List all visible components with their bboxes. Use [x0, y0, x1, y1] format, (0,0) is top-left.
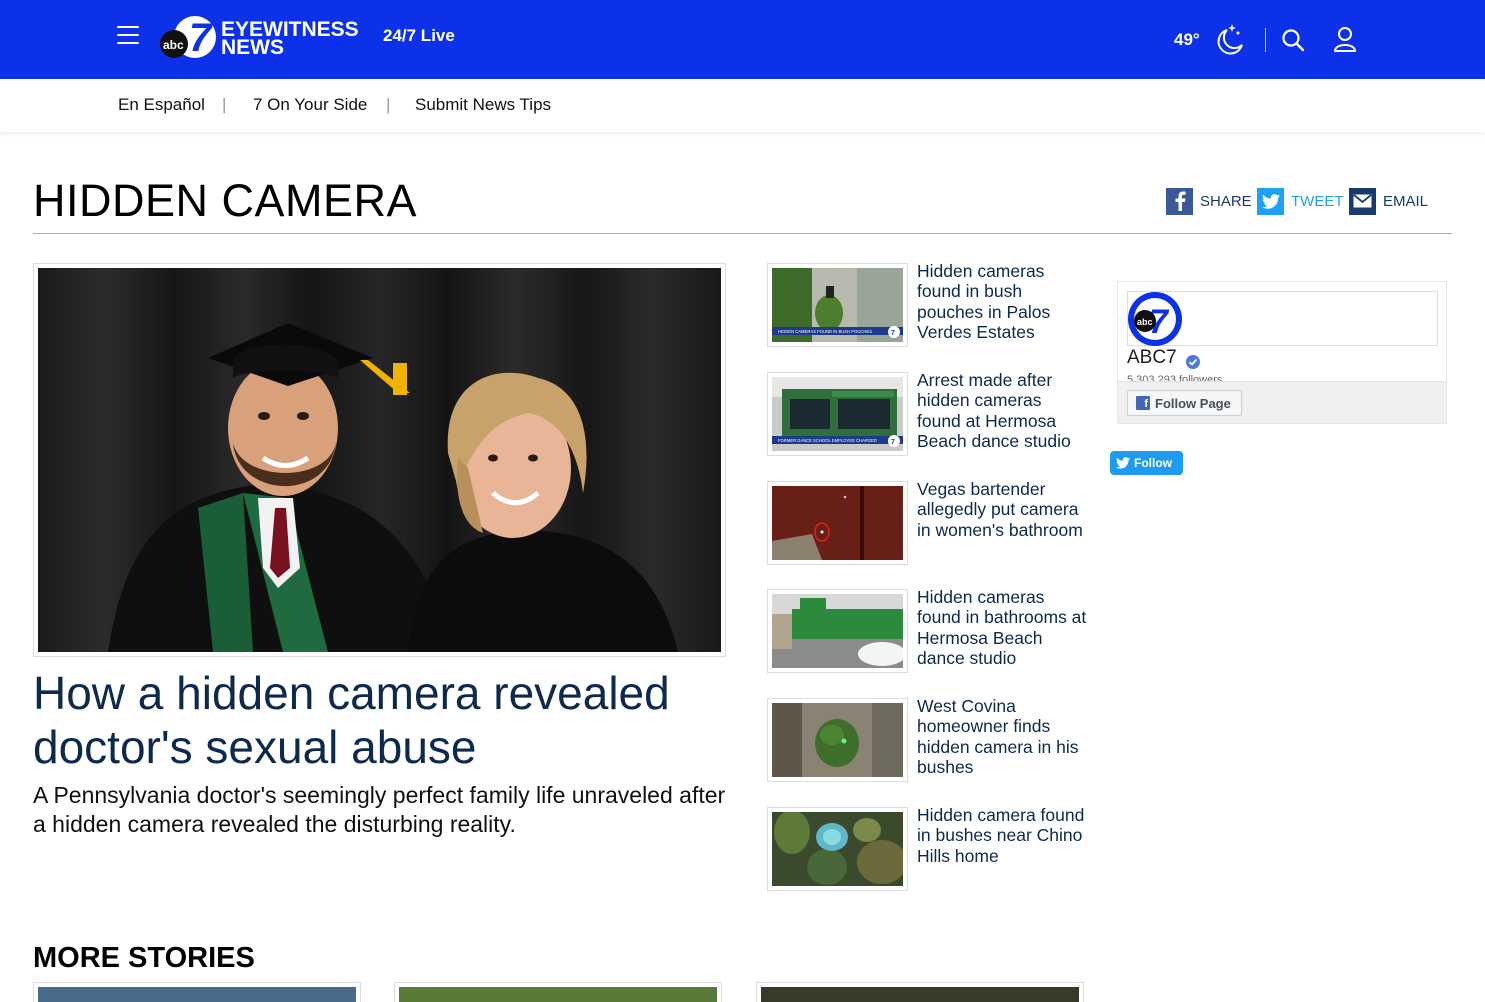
story-title[interactable]: Hidden cameras found in bush pouches in … [917, 261, 1087, 342]
header-divider [1265, 28, 1266, 52]
more-story-card[interactable] [33, 982, 361, 1002]
facebook-icon [1166, 187, 1193, 215]
email-icon [1349, 187, 1376, 215]
svg-text:7: 7 [189, 16, 213, 60]
more-story-thumbnail[interactable] [761, 987, 1079, 1002]
more-story-card[interactable] [394, 982, 722, 1002]
hero-image-frame[interactable] [33, 263, 726, 657]
story-title[interactable]: Hidden camera found in bushes near Chino… [917, 805, 1087, 866]
story-thumbnail-frame [767, 481, 908, 565]
top-navigation-bar: 7 abc EYEWITNESS NEWS 24/7 Live 49° [0, 0, 1485, 79]
svg-text:FORMER DANCE SCHOOL EMPLOYEE C: FORMER DANCE SCHOOL EMPLOYEE CHARGED [778, 438, 877, 443]
facebook-icon: f [1136, 396, 1150, 410]
hero-headline-link[interactable]: How a hidden camera revealed doctor's se… [33, 666, 733, 774]
svg-text:7: 7 [891, 439, 895, 446]
story-thumbnail-frame: FORMER DANCE SCHOOL EMPLOYEE CHARGED 7 [767, 372, 908, 456]
moon-stars-icon[interactable] [1215, 23, 1247, 55]
share-facebook-button[interactable]: SHARE [1166, 187, 1252, 215]
user-account-icon[interactable] [1333, 26, 1357, 52]
story-item[interactable]: West Covina homeowner finds hidden camer… [767, 696, 1087, 788]
secondary-navigation: En Español | 7 On Your Side | Submit New… [0, 79, 1485, 132]
story-title[interactable]: Vegas bartender allegedly put camera in … [917, 479, 1087, 540]
nav-separator: | [222, 95, 227, 114]
share-label: SHARE [1200, 192, 1252, 210]
story-item[interactable]: HIDDEN CAMERAS FOUND IN BUSH POUCHES 7 H… [767, 261, 1087, 353]
svg-text:abc: abc [1137, 317, 1153, 327]
story-thumbnail-frame: HIDDEN CAMERAS FOUND IN BUSH POUCHES 7 [767, 263, 908, 347]
hero-photo[interactable] [38, 268, 721, 652]
follow-page-label: Follow Page [1155, 395, 1231, 411]
story-thumbnail [772, 486, 903, 560]
story-thumbnail [772, 812, 903, 886]
story-thumbnail-frame [767, 589, 908, 673]
svg-text:7: 7 [891, 330, 895, 337]
more-story-card[interactable] [756, 982, 1084, 1002]
facebook-widget-footer: f Follow Page [1118, 381, 1446, 423]
twitter-follow-button[interactable]: Follow [1110, 451, 1183, 475]
hamburger-menu-icon[interactable] [117, 26, 139, 46]
svg-text:HIDDEN CAMERAS FOUND IN BUSH P: HIDDEN CAMERAS FOUND IN BUSH POUCHES [778, 329, 872, 334]
story-thumbnail-frame [767, 698, 908, 782]
twitter-icon [1257, 187, 1284, 215]
email-label: EMAIL [1383, 192, 1429, 210]
abc7-page-logo[interactable]: 7 abc [1127, 291, 1183, 347]
nav-link-7-on-your-side[interactable]: 7 On Your Side [253, 95, 367, 115]
story-thumbnail [772, 703, 903, 777]
more-story-thumbnail[interactable] [399, 987, 717, 1002]
story-thumbnail-frame [767, 807, 908, 891]
twitter-follow-label: Follow [1134, 456, 1172, 470]
more-story-thumbnail[interactable] [38, 987, 356, 1002]
nav-separator: | [386, 95, 391, 114]
story-thumbnail: FORMER DANCE SCHOOL EMPLOYEE CHARGED 7 [772, 377, 903, 451]
temperature[interactable]: 49° [1174, 30, 1200, 50]
title-divider [33, 233, 1452, 234]
facebook-page-name[interactable]: ABC7 [1127, 347, 1177, 369]
story-item[interactable]: Hidden camera found in bushes near Chino… [767, 805, 1087, 897]
search-icon[interactable] [1281, 28, 1305, 52]
logo-line-2: NEWS [221, 36, 284, 59]
story-thumbnail [772, 594, 903, 668]
story-title[interactable]: West Covina homeowner finds hidden camer… [917, 696, 1087, 777]
facebook-page-widget: 7 abc ABC7 5,303,293 followers f Follow … [1117, 281, 1447, 424]
story-title[interactable]: Arrest made after hidden cameras found a… [917, 370, 1087, 451]
abc7-eyewitness-news-logo[interactable]: 7 abc EYEWITNESS NEWS [160, 14, 365, 60]
story-item[interactable]: Hidden cameras found in bathrooms at Her… [767, 587, 1087, 679]
twitter-bird-icon [1116, 457, 1130, 469]
svg-text:abc: abc [163, 38, 184, 52]
hero-description: A Pennsylvania doctor's seemingly perfec… [33, 782, 726, 837]
page-title: HIDDEN CAMERA [33, 175, 418, 226]
tweet-label: TWEET [1291, 192, 1344, 210]
story-title[interactable]: Hidden cameras found in bathrooms at Her… [917, 587, 1087, 668]
share-twitter-button[interactable]: TWEET [1257, 187, 1344, 215]
story-item[interactable]: FORMER DANCE SCHOOL EMPLOYEE CHARGED 7 A… [767, 370, 1087, 462]
story-thumbnail: HIDDEN CAMERAS FOUND IN BUSH POUCHES 7 [772, 268, 903, 342]
story-item[interactable]: Vegas bartender allegedly put camera in … [767, 479, 1087, 571]
share-email-button[interactable]: EMAIL [1349, 187, 1428, 215]
nav-link-en-espanol[interactable]: En Español [118, 95, 205, 115]
facebook-follow-page-button[interactable]: f Follow Page [1127, 390, 1242, 416]
live-stream-link[interactable]: 24/7 Live [383, 26, 455, 46]
more-stories-heading: MORE STORIES [33, 942, 255, 974]
verified-check-icon [1185, 354, 1201, 370]
nav-link-submit-news-tips[interactable]: Submit News Tips [415, 95, 551, 115]
